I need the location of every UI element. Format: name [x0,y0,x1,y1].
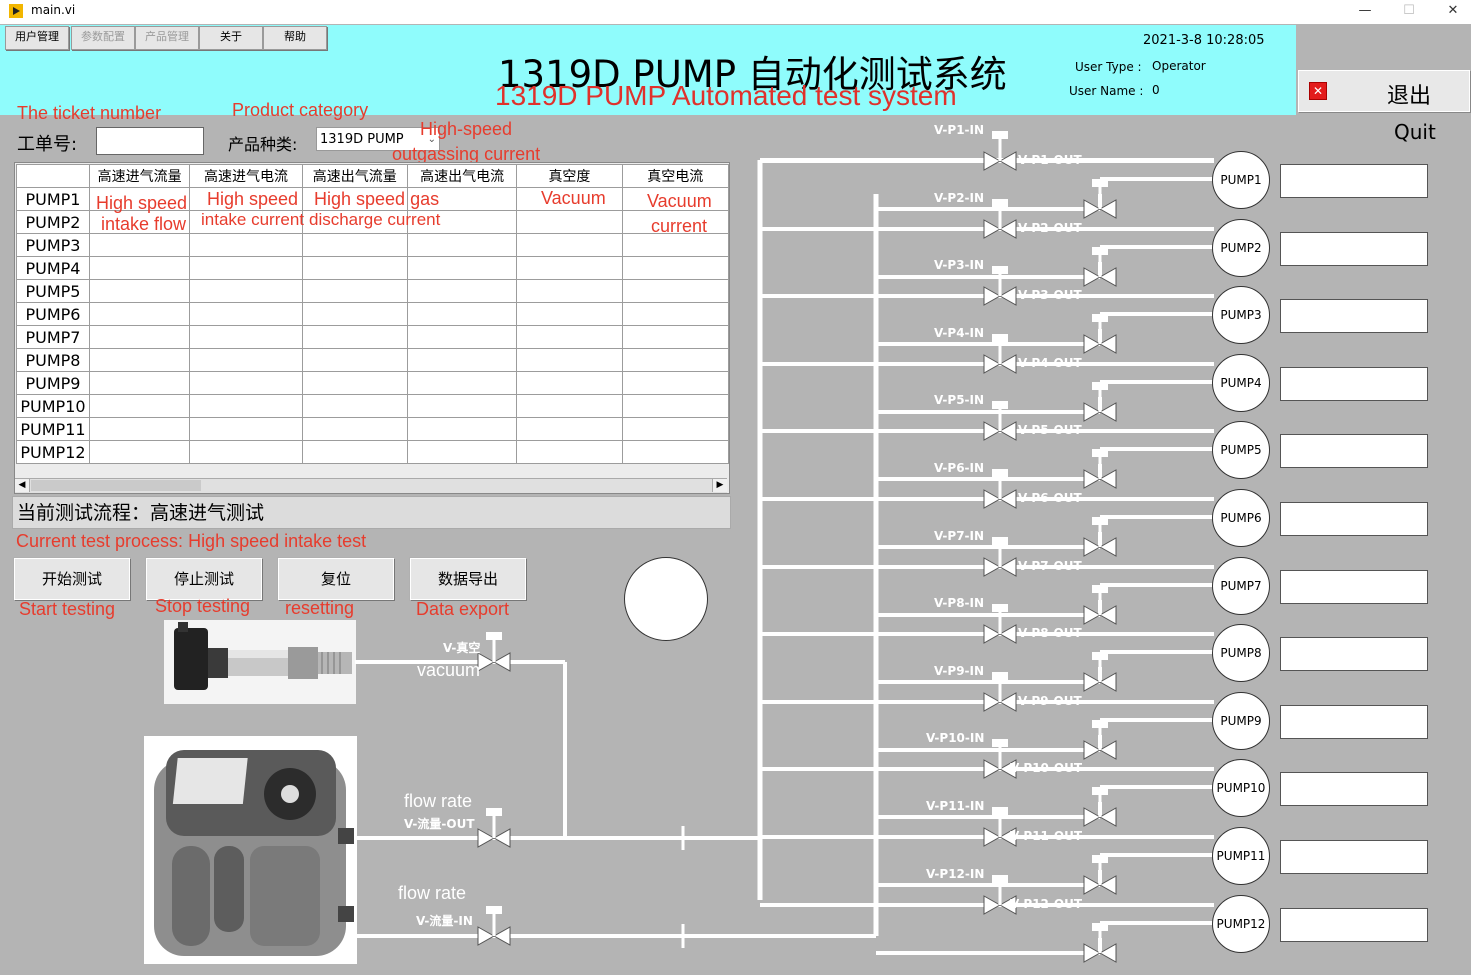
valve-icon[interactable] [1083,720,1117,760]
valve-out-label: V-P9-OUT [1018,694,1082,708]
valve-out-label: V-P3-OUT [1018,288,1082,302]
valve-icon[interactable] [1083,314,1117,354]
valve-icon[interactable] [983,604,1017,644]
valve-out-label: V-P5-OUT [1018,423,1082,437]
flow-out-valve-label: V-流量-OUT [404,817,475,831]
valve-in-label: V-P10-IN [926,731,985,745]
valve-icon[interactable] [983,266,1017,306]
pump-indicator: PUMP4 [1212,354,1270,412]
pump-indicator: PUMP11 [1212,827,1270,885]
pump-indicator: PUMP3 [1212,286,1270,344]
valve-out-label: V-P8-OUT [1018,626,1082,640]
valve-out-label: V-P10-OUT [1010,761,1082,775]
valve-icon[interactable] [1083,923,1117,963]
valve-icon[interactable] [477,906,511,946]
pump-indicator: PUMP10 [1212,759,1270,817]
valve-in-label: V-P8-IN [934,596,985,610]
valve-icon[interactable] [1083,585,1117,625]
valve-icon[interactable] [983,334,1017,374]
pump-value-field[interactable] [1280,772,1428,806]
valve-icon[interactable] [1083,382,1117,422]
pump-indicator: PUMP5 [1212,421,1270,479]
pump-value-field[interactable] [1280,367,1428,401]
valve-out-label: V-P12-OUT [1010,897,1082,911]
valve-in-label: V-P4-IN [934,326,985,340]
valve-icon[interactable] [983,131,1017,171]
valve-out-label: V-P11-OUT [1010,829,1082,843]
pump-value-field[interactable] [1280,908,1428,942]
pump-indicator: PUMP1 [1212,151,1270,209]
valve-icon[interactable] [983,537,1017,577]
flow-out-caption: flow rate [404,791,473,811]
pump-indicator: PUMP6 [1212,489,1270,547]
valve-icon[interactable] [1083,652,1117,692]
pump-value-field[interactable] [1280,570,1428,604]
valve-icon[interactable] [983,672,1017,712]
valve-in-label: V-P2-IN [934,191,985,205]
pump-indicator: PUMP9 [1212,692,1270,750]
vacuum-valve-label: V-真空 [443,641,481,655]
valve-out-label: V-P4-OUT [1018,356,1082,370]
flow-in-valve-label: V-流量-IN [416,914,473,928]
valve-out-label: V-P6-OUT [1018,491,1082,505]
valve-in-label: V-P3-IN [934,258,985,272]
valve-icon[interactable] [477,632,511,672]
pump-value-field[interactable] [1280,840,1428,874]
pump-value-field[interactable] [1280,637,1428,671]
valve-icon[interactable] [1083,449,1117,489]
valve-in-label: V-P5-IN [934,393,985,407]
valve-icon[interactable] [477,808,511,848]
valve-in-label: V-P7-IN [934,529,985,543]
pump-indicator: PUMP2 [1212,219,1270,277]
valve-in-label: V-P9-IN [934,664,985,678]
valve-icon[interactable] [1083,517,1117,557]
valve-in-label: V-P6-IN [934,461,985,475]
flow-in-caption: flow rate [398,883,467,903]
valve-in-label: V-P12-IN [926,867,985,881]
pump-indicator: PUMP12 [1212,895,1270,953]
pump-value-field[interactable] [1280,164,1428,198]
valve-out-label: V-P1-OUT [1018,153,1082,167]
pump-value-field[interactable] [1280,299,1428,333]
pump-indicator: PUMP8 [1212,624,1270,682]
valve-in-label: V-P1-IN [934,123,985,137]
valve-in-label: V-P11-IN [926,799,985,813]
vacuum-caption: vacuum [417,660,481,680]
pump-value-field[interactable] [1280,434,1428,468]
valve-icon[interactable] [1083,855,1117,895]
valve-icon[interactable] [983,199,1017,239]
valve-icon[interactable] [1083,787,1117,827]
pump-indicator: PUMP7 [1212,557,1270,615]
valve-icon[interactable] [1083,179,1117,219]
pump-value-field[interactable] [1280,502,1428,536]
valve-out-label: V-P7-OUT [1018,559,1082,573]
valve-icon[interactable] [1083,247,1117,287]
pump-value-field[interactable] [1280,232,1428,266]
pump-value-field[interactable] [1280,705,1428,739]
valve-out-label: V-P2-OUT [1018,221,1082,235]
valve-icon[interactable] [983,401,1017,441]
valve-icon[interactable] [983,469,1017,509]
